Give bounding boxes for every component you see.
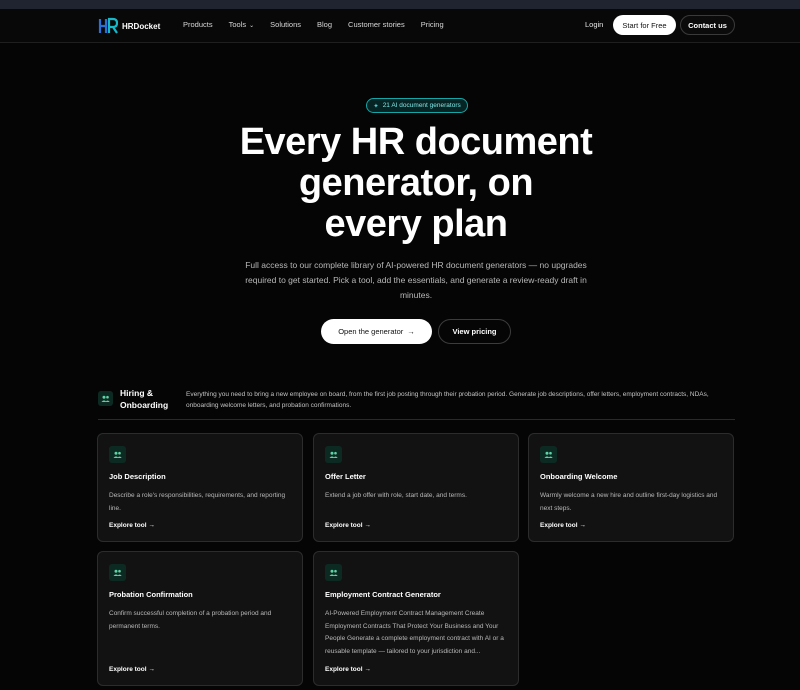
menu-item-tools-label: Tools: [228, 20, 247, 29]
generators-count-badge: ✦ 21 AI document generators: [366, 98, 468, 113]
hero-description: Full access to our complete library of A…: [245, 260, 587, 300]
view-pricing-button[interactable]: View pricing: [438, 319, 511, 344]
open-generator-label: Open the generator: [338, 327, 404, 336]
main-menu: Products Tools ⌄ Solutions Blog Customer …: [183, 20, 460, 29]
top-navigation: HRDocket Products Tools ⌄ Solutions Blog …: [0, 9, 800, 43]
people-icon-glyph: [101, 395, 110, 402]
people-icon: [540, 446, 557, 463]
hr-logo-icon: [98, 17, 118, 34]
chevron-down-icon: ⌄: [249, 23, 255, 29]
start-for-free-button[interactable]: Start for Free: [613, 15, 676, 35]
tool-card-onboarding-welcome[interactable]: Onboarding Welcome Warmly welcome a new …: [528, 433, 734, 542]
tool-card-probation-confirmation[interactable]: Probation Confirmation Confirm successfu…: [97, 551, 303, 686]
arrow-right-icon: →: [148, 666, 155, 673]
section-divider: [98, 419, 735, 420]
card-title: Probation Confirmation: [109, 590, 193, 599]
hero-title-line-1: Every HR document: [239, 121, 593, 163]
menu-item-solutions[interactable]: Solutions: [270, 20, 301, 29]
contact-us-button[interactable]: Contact us: [680, 15, 735, 35]
card-description: Describe a role's responsibilities, requ…: [109, 492, 286, 512]
explore-tool-link[interactable]: Explore tool →: [540, 522, 586, 529]
explore-tool-link[interactable]: Explore tool →: [109, 666, 155, 673]
people-icon: [109, 564, 126, 581]
card-title: Offer Letter: [325, 472, 366, 481]
card-description: Warmly welcome a new hire and outline fi…: [540, 492, 718, 512]
explore-tool-label: Explore tool: [109, 666, 147, 673]
menu-item-blog[interactable]: Blog: [317, 20, 332, 29]
open-generator-button[interactable]: Open the generator →: [321, 319, 432, 344]
sparkle-icon: ✦: [373, 102, 379, 110]
tool-card-job-description[interactable]: Job Description Describe a role's respon…: [97, 433, 303, 542]
explore-tool-label: Explore tool: [540, 522, 578, 529]
menu-item-products[interactable]: Products: [183, 20, 213, 29]
card-description: Confirm successful completion of a proba…: [109, 610, 272, 630]
people-icon: [98, 391, 113, 406]
hero-title: Every HR document generator, on every pl…: [200, 122, 632, 245]
explore-tool-link[interactable]: Explore tool →: [325, 522, 371, 529]
card-title: Employment Contract Generator: [325, 590, 441, 599]
arrow-right-icon: →: [148, 522, 155, 529]
menu-item-customer-stories[interactable]: Customer stories: [348, 20, 405, 29]
explore-tool-label: Explore tool: [109, 522, 147, 529]
arrow-right-icon: →: [364, 522, 371, 529]
arrow-right-icon: →: [364, 666, 371, 673]
badge-label: 21 AI document generators: [382, 102, 461, 109]
brand-logo[interactable]: HRDocket: [98, 17, 160, 35]
card-title: Onboarding Welcome: [540, 472, 618, 481]
menu-item-tools[interactable]: Tools ⌄: [229, 20, 255, 29]
people-icon: [325, 446, 342, 463]
arrow-right-icon: →: [579, 522, 586, 529]
brand-name: HRDocket: [122, 21, 161, 31]
tool-card-employment-contract[interactable]: Employment Contract Generator AI-Powered…: [313, 551, 519, 686]
arrow-right-icon: →: [407, 327, 415, 336]
explore-tool-label: Explore tool: [325, 666, 363, 673]
people-icon: [109, 446, 126, 463]
card-description: AI-Powered Employment Contract Managemen…: [325, 610, 504, 655]
explore-tool-label: Explore tool: [325, 522, 363, 529]
card-description: Extend a job offer with role, start date…: [325, 492, 467, 499]
explore-tool-link[interactable]: Explore tool →: [325, 666, 371, 673]
hero-title-line-3: every plan: [324, 203, 509, 245]
card-title: Job Description: [109, 472, 166, 481]
menu-item-pricing[interactable]: Pricing: [421, 20, 444, 29]
people-icon: [325, 564, 342, 581]
explore-tool-link[interactable]: Explore tool →: [109, 522, 155, 529]
browser-top-strip: [0, 0, 800, 9]
section-description: Everything you need to bring a new emplo…: [186, 391, 709, 409]
login-link[interactable]: Login: [585, 20, 603, 29]
tool-card-offer-letter[interactable]: Offer Letter Extend a job offer with rol…: [313, 433, 519, 542]
section-title: Hiring & Onboarding: [120, 388, 169, 410]
hero-title-line-2: generator, on: [298, 162, 534, 204]
